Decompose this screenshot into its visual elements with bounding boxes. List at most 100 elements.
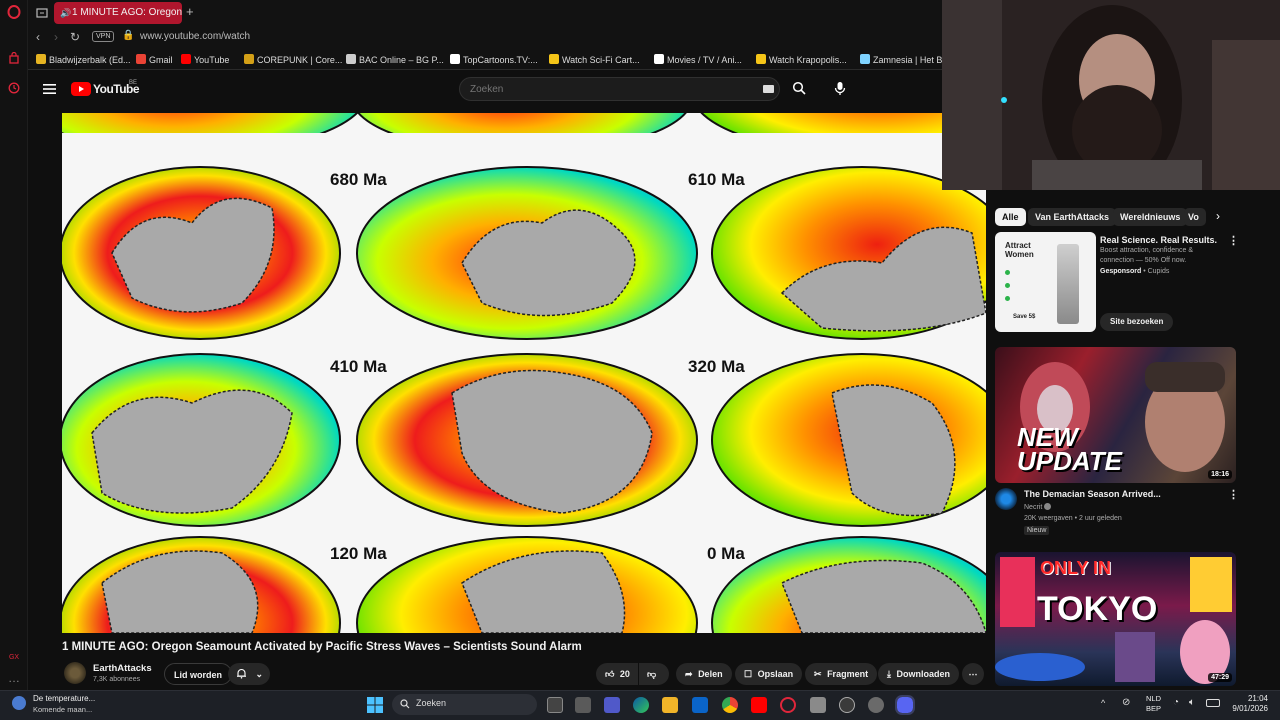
video-player[interactable]: 680 Ma 610 Ma 410 Ma 320 Ma 120 Ma 0 Ma xyxy=(62,113,986,633)
ad-more-icon[interactable]: ⋮ xyxy=(1228,234,1239,247)
dislike-button[interactable]: 👎︎ xyxy=(639,663,669,685)
lock-icon[interactable]: 🔒 xyxy=(122,30,134,41)
keyboard-icon[interactable] xyxy=(763,85,774,93)
battery-icon[interactable] xyxy=(1206,699,1220,707)
teams-icon[interactable] xyxy=(604,697,620,713)
chip-all[interactable]: Alle xyxy=(995,208,1026,226)
opera-gx-icon[interactable] xyxy=(780,697,796,713)
video-thumbnail[interactable]: ONLY IN TOKYO 47:29 xyxy=(995,552,1236,686)
video-title: 1 MINUTE AGO: Oregon Seamount Activated … xyxy=(62,641,582,653)
widgets-icon[interactable] xyxy=(575,697,591,713)
bookmark-item[interactable]: Watch Sci-Fi Cart... xyxy=(549,54,640,65)
new-badge: Nieuw xyxy=(1024,526,1050,535)
bookmark-label: Bladwijzerbalk (Ed... xyxy=(49,55,131,65)
subscribe-bell-button[interactable]: ⌄ xyxy=(228,663,270,685)
channel-name[interactable]: EarthAttacks xyxy=(93,663,152,674)
bookmark-item[interactable]: TopCartoons.TV:... xyxy=(450,54,538,65)
duration-badge: 18:16 xyxy=(1208,470,1232,479)
like-button[interactable]: 👍︎ 20 xyxy=(596,663,638,685)
map-label: 120 Ma xyxy=(330,544,387,563)
visit-site-button[interactable]: Site bezoeken xyxy=(1100,313,1174,331)
search-icon[interactable] xyxy=(792,81,806,100)
settings-icon[interactable] xyxy=(868,697,884,713)
like-count: 20 xyxy=(619,669,630,679)
outlook-icon[interactable] xyxy=(692,697,708,713)
calculator-icon[interactable] xyxy=(810,697,826,713)
clock[interactable]: 21:04 9/01/2026 xyxy=(1230,694,1268,714)
search-input[interactable] xyxy=(470,82,750,97)
bookmark-item[interactable]: COREPUNK | Core... xyxy=(244,54,342,65)
tab-active[interactable]: 🔊 1 MINUTE AGO: Oregon xyxy=(54,2,182,24)
clip-button[interactable]: ✂ Fragment xyxy=(805,663,878,685)
gx-icon[interactable]: GX xyxy=(6,650,22,666)
opera-logo-icon[interactable] xyxy=(6,5,22,21)
more-actions-button[interactable]: ⋯ xyxy=(962,663,984,685)
download-button[interactable]: ⤓ Downloaden xyxy=(878,663,959,685)
task-view-icon[interactable] xyxy=(547,697,563,713)
microphone-icon[interactable] xyxy=(834,81,846,101)
new-tab-button[interactable]: + xyxy=(186,4,194,19)
speaker-icon[interactable]: 🔊 xyxy=(60,2,71,24)
wifi-icon[interactable]: ◔ xyxy=(1173,697,1179,708)
bookmark-label: BAC Online – BG P... xyxy=(359,55,444,65)
search-box[interactable] xyxy=(459,77,780,101)
thumbs-down-icon: 👎︎ xyxy=(647,669,657,679)
video-thumbnail[interactable]: NEW UPDATE 18:16 xyxy=(995,347,1236,483)
chip-world-news[interactable]: Wereldnieuws xyxy=(1113,208,1188,226)
video-more-icon[interactable]: ⋮ xyxy=(1228,488,1239,501)
youtube-logo-icon[interactable] xyxy=(71,82,91,96)
vpn-badge[interactable]: VPN xyxy=(92,31,115,42)
bag-icon[interactable] xyxy=(6,51,22,68)
more-icon[interactable]: … xyxy=(6,670,22,686)
youtube-app-icon[interactable] xyxy=(751,697,767,713)
chip-more[interactable]: Vo xyxy=(1184,208,1206,226)
url-field[interactable]: www.youtube.com/watch xyxy=(140,31,250,42)
channel-avatar[interactable] xyxy=(995,488,1017,510)
folder-icon xyxy=(36,54,46,64)
save-button[interactable]: ☐ Opslaan xyxy=(735,663,803,685)
channel-name[interactable]: Necrit xyxy=(1024,503,1052,511)
chevron-right-icon[interactable]: › xyxy=(1216,209,1220,223)
taskbar-search-box[interactable]: Zoeken xyxy=(392,694,537,715)
discord-icon[interactable] xyxy=(895,695,915,715)
weather-icon[interactable] xyxy=(12,696,26,710)
hamburger-menu-icon[interactable] xyxy=(43,82,56,100)
tray-overflow-icon[interactable]: ^ xyxy=(1101,698,1105,708)
language-indicator[interactable]: NLD BEP xyxy=(1146,694,1161,714)
video-title[interactable]: The Demacian Season Arrived... xyxy=(1024,489,1161,499)
workspaces-icon[interactable] xyxy=(36,6,48,18)
bookmark-item[interactable]: Movies / TV / Ani... xyxy=(654,54,742,65)
chrome-icon[interactable] xyxy=(722,697,738,713)
windows-start-icon[interactable] xyxy=(367,697,383,718)
bookmark-label: Gmail xyxy=(149,55,173,65)
ad-thumbnail[interactable]: Attract Women Save 5$ xyxy=(995,232,1096,332)
bookmark-item[interactable]: YouTube xyxy=(181,54,229,65)
volume-icon[interactable]: 🔈︎ xyxy=(1189,697,1195,708)
join-button[interactable]: Lid worden xyxy=(164,663,232,685)
app-icon[interactable] xyxy=(839,697,855,713)
channel-avatar[interactable] xyxy=(64,662,86,684)
bookmark-item[interactable]: Zamnesia | Het Be xyxy=(860,54,947,65)
forward-icon[interactable]: › xyxy=(54,30,58,44)
bookmark-item[interactable]: BAC Online – BG P... xyxy=(346,54,444,65)
share-button[interactable]: ➦ Delen xyxy=(676,663,732,685)
gmail-icon xyxy=(136,54,146,64)
weather-subtitle: Komende maan... xyxy=(33,705,93,714)
thumbnail-text: TOKYO xyxy=(1037,590,1158,628)
bookmark-item[interactable]: Watch Krapopolis... xyxy=(756,54,847,65)
history-icon[interactable] xyxy=(6,82,22,98)
ad-description: connection — 50% Off now. xyxy=(1100,257,1187,264)
ad-title[interactable]: Real Science. Real Results. xyxy=(1100,235,1217,245)
file-explorer-icon[interactable] xyxy=(662,697,678,713)
bookmark-label: Zamnesia | Het Be xyxy=(873,55,948,65)
reload-icon[interactable]: ↻ xyxy=(70,30,80,44)
tray-app-icon[interactable]: ⊘ xyxy=(1122,697,1130,708)
weather-title[interactable]: De temperature... xyxy=(33,694,95,703)
bookmark-item[interactable]: Gmail xyxy=(136,54,173,65)
chip-channel[interactable]: Van EarthAttacks xyxy=(1028,208,1117,226)
back-icon[interactable]: ‹ xyxy=(36,30,40,44)
bookmark-label: YouTube xyxy=(194,55,230,65)
edge-icon[interactable] xyxy=(633,697,649,713)
bookmark-item[interactable]: Bladwijzerbalk (Ed... xyxy=(36,54,131,65)
thumbs-up-icon: 👍︎ xyxy=(605,669,615,679)
